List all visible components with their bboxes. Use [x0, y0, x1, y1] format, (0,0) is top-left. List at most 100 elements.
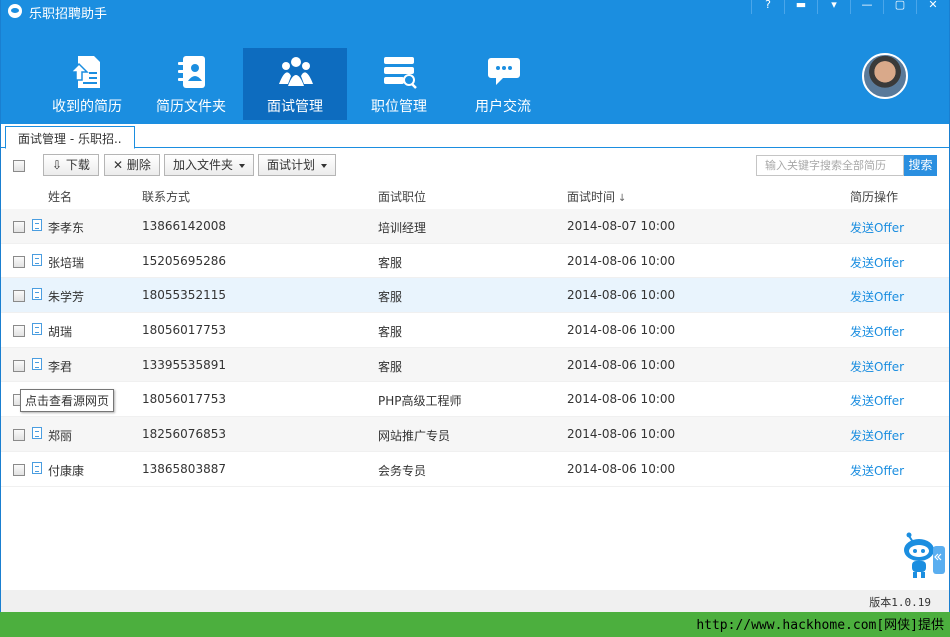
- table-row[interactable]: 胡瑞 18056017753 客服 2014-08-06 10:00 发送Off…: [1, 313, 949, 348]
- app-logo-icon: [8, 4, 22, 18]
- candidate-name[interactable]: 张培瑞: [48, 254, 84, 271]
- row-checkbox[interactable]: [13, 429, 25, 442]
- minimize-button[interactable]: —: [850, 0, 883, 14]
- download-button[interactable]: ⇩ 下载: [43, 154, 99, 176]
- chat-bubble-icon: [488, 58, 520, 85]
- window-controls: ? ▬ ▾ — ▢ ✕: [751, 0, 949, 14]
- send-offer-link[interactable]: 发送Offer: [850, 323, 904, 340]
- candidate-phone: 18256076853: [142, 427, 226, 442]
- user-avatar[interactable]: [862, 53, 908, 99]
- table-row[interactable]: 李孝东 13866142008 培训经理 2014-08-07 10:00 发送…: [1, 209, 949, 244]
- row-checkbox[interactable]: [13, 463, 25, 476]
- send-offer-link[interactable]: 发送Offer: [850, 358, 904, 375]
- document-icon[interactable]: [32, 461, 42, 474]
- interview-position: 网站推广专员: [378, 429, 451, 444]
- select-all-checkbox[interactable]: [13, 160, 25, 172]
- column-header-name[interactable]: 姓名: [48, 188, 72, 205]
- watermark-text: http://www.hackhome.com[网侠]提供: [696, 618, 944, 633]
- nav-label: 简历文件夹: [156, 99, 226, 115]
- download-icon: ⇩: [52, 158, 63, 172]
- send-offer-link[interactable]: 发送Offer: [850, 288, 904, 305]
- send-offer-link[interactable]: 发送Offer: [850, 392, 904, 409]
- app-title: 乐职招聘助手: [29, 7, 108, 22]
- document-icon[interactable]: [32, 253, 42, 266]
- candidate-name[interactable]: 李孝东: [48, 219, 84, 236]
- search-button[interactable]: 搜索: [904, 155, 937, 176]
- send-offer-link[interactable]: 发送Offer: [850, 427, 904, 444]
- delete-button[interactable]: ✕ 删除: [104, 154, 160, 176]
- skin-button[interactable]: ▬: [784, 0, 817, 14]
- row-checkbox[interactable]: [13, 325, 25, 338]
- interview-position: 培训经理: [378, 221, 427, 235]
- nav-item-received-resumes[interactable]: 收到的简历: [35, 48, 139, 120]
- interview-time: 2014-08-06 10:00: [567, 323, 676, 338]
- interview-position: 客服: [378, 325, 403, 340]
- chevron-down-icon: [321, 163, 328, 168]
- candidate-name[interactable]: 朱学芳: [48, 288, 84, 305]
- title-bar: 乐职招聘助手 ? ▬ ▾ — ▢ ✕: [1, 0, 949, 22]
- row-checkbox[interactable]: [13, 255, 25, 268]
- maximize-button[interactable]: ▢: [883, 0, 916, 14]
- column-header-time[interactable]: 面试时间 ↓: [567, 188, 626, 205]
- table-row[interactable]: 18056017753 PHP高级工程师 2014-08-06 10:00 发送…: [1, 382, 949, 418]
- assistant-robot-icon[interactable]: [899, 528, 945, 580]
- document-icon[interactable]: [32, 219, 42, 231]
- interview-plan-dropdown[interactable]: 面试计划: [258, 154, 337, 176]
- column-header-position[interactable]: 面试职位: [378, 188, 426, 205]
- candidate-phone: 18056017753: [142, 323, 226, 338]
- interview-time: 2014-08-06 10:00: [567, 288, 676, 303]
- candidate-name[interactable]: 付康康: [48, 462, 84, 479]
- source-page-tooltip: 点击查看源网页: [20, 389, 115, 412]
- interview-time: 2014-08-06 10:00: [567, 392, 676, 407]
- document-icon[interactable]: [32, 427, 42, 440]
- close-button[interactable]: ✕: [916, 0, 949, 14]
- candidate-name[interactable]: 胡瑞: [48, 323, 72, 340]
- send-offer-link[interactable]: 发送Offer: [850, 219, 904, 236]
- row-checkbox[interactable]: [13, 221, 25, 233]
- nav-label: 职位管理: [371, 99, 427, 115]
- table-row[interactable]: 付康康 13865803887 会务专员 2014-08-06 10:00 发送…: [1, 451, 949, 487]
- table-row[interactable]: 朱学芳 18055352115 客服 2014-08-06 10:00 发送Of…: [1, 278, 949, 314]
- table-row[interactable]: 郑丽 18256076853 网站推广专员 2014-08-06 10:00 发…: [1, 417, 949, 452]
- nav-item-position-management[interactable]: 职位管理: [347, 48, 451, 120]
- column-header-contact[interactable]: 联系方式: [142, 188, 190, 205]
- chevron-down-icon: [239, 163, 246, 168]
- candidate-phone: 13395535891: [142, 357, 226, 372]
- send-offer-link[interactable]: 发送Offer: [850, 254, 904, 271]
- send-offer-link[interactable]: 发送Offer: [850, 462, 904, 479]
- document-icon[interactable]: [32, 357, 42, 370]
- interview-position: 客服: [378, 255, 403, 270]
- table-row[interactable]: 张培瑞 15205695286 客服 2014-08-06 10:00 发送Of…: [1, 243, 949, 279]
- candidate-phone: 13865803887: [142, 461, 226, 476]
- menu-dropdown-button[interactable]: ▾: [817, 0, 850, 14]
- nav-item-resume-folder[interactable]: 简历文件夹: [139, 48, 243, 120]
- help-button[interactable]: ?: [751, 0, 784, 14]
- document-icon[interactable]: [32, 323, 42, 336]
- candidate-phone: 15205695286: [142, 253, 226, 268]
- interview-position: 会务专员: [378, 463, 427, 478]
- main-nav: 收到的简历 简历文件夹 面试管理 职位管理 用户交流: [35, 48, 555, 120]
- add-to-folder-dropdown[interactable]: 加入文件夹: [164, 154, 255, 176]
- column-header-action: 简历操作: [850, 190, 899, 204]
- document-icon[interactable]: [32, 288, 42, 301]
- column-header-time-label: 面试时间: [567, 190, 616, 204]
- nav-label: 用户交流: [475, 99, 531, 115]
- resume-upload-icon: [69, 56, 100, 88]
- watermark-bar: http://www.hackhome.com[网侠]提供: [0, 612, 950, 637]
- candidate-name[interactable]: 李君: [48, 358, 72, 375]
- row-checkbox[interactable]: [13, 359, 25, 372]
- delete-label: 删除: [126, 158, 151, 172]
- nav-item-user-communication[interactable]: 用户交流: [451, 48, 555, 120]
- app-window: 乐职招聘助手 ? ▬ ▾ — ▢ ✕ 收到的简历 简历文件夹 面试管理 职位管理…: [0, 0, 950, 612]
- interview-position: 客服: [378, 290, 403, 305]
- nav-item-interview-management[interactable]: 面试管理: [243, 48, 347, 120]
- table-header: 姓名 联系方式 面试职位 面试时间 ↓ 简历操作: [1, 183, 949, 209]
- interview-time: 2014-08-06 10:00: [567, 461, 676, 476]
- table-row[interactable]: 李君 13395535891 客服 2014-08-06 10:00 发送Off…: [1, 347, 949, 383]
- candidate-phone: 13866142008: [142, 219, 226, 233]
- tab-interview-management[interactable]: 面试管理 - 乐职招..: [5, 126, 135, 149]
- server-search-icon: [384, 57, 417, 89]
- row-checkbox[interactable]: [13, 290, 25, 303]
- search-input[interactable]: [756, 155, 904, 176]
- candidate-name[interactable]: 郑丽: [48, 427, 72, 444]
